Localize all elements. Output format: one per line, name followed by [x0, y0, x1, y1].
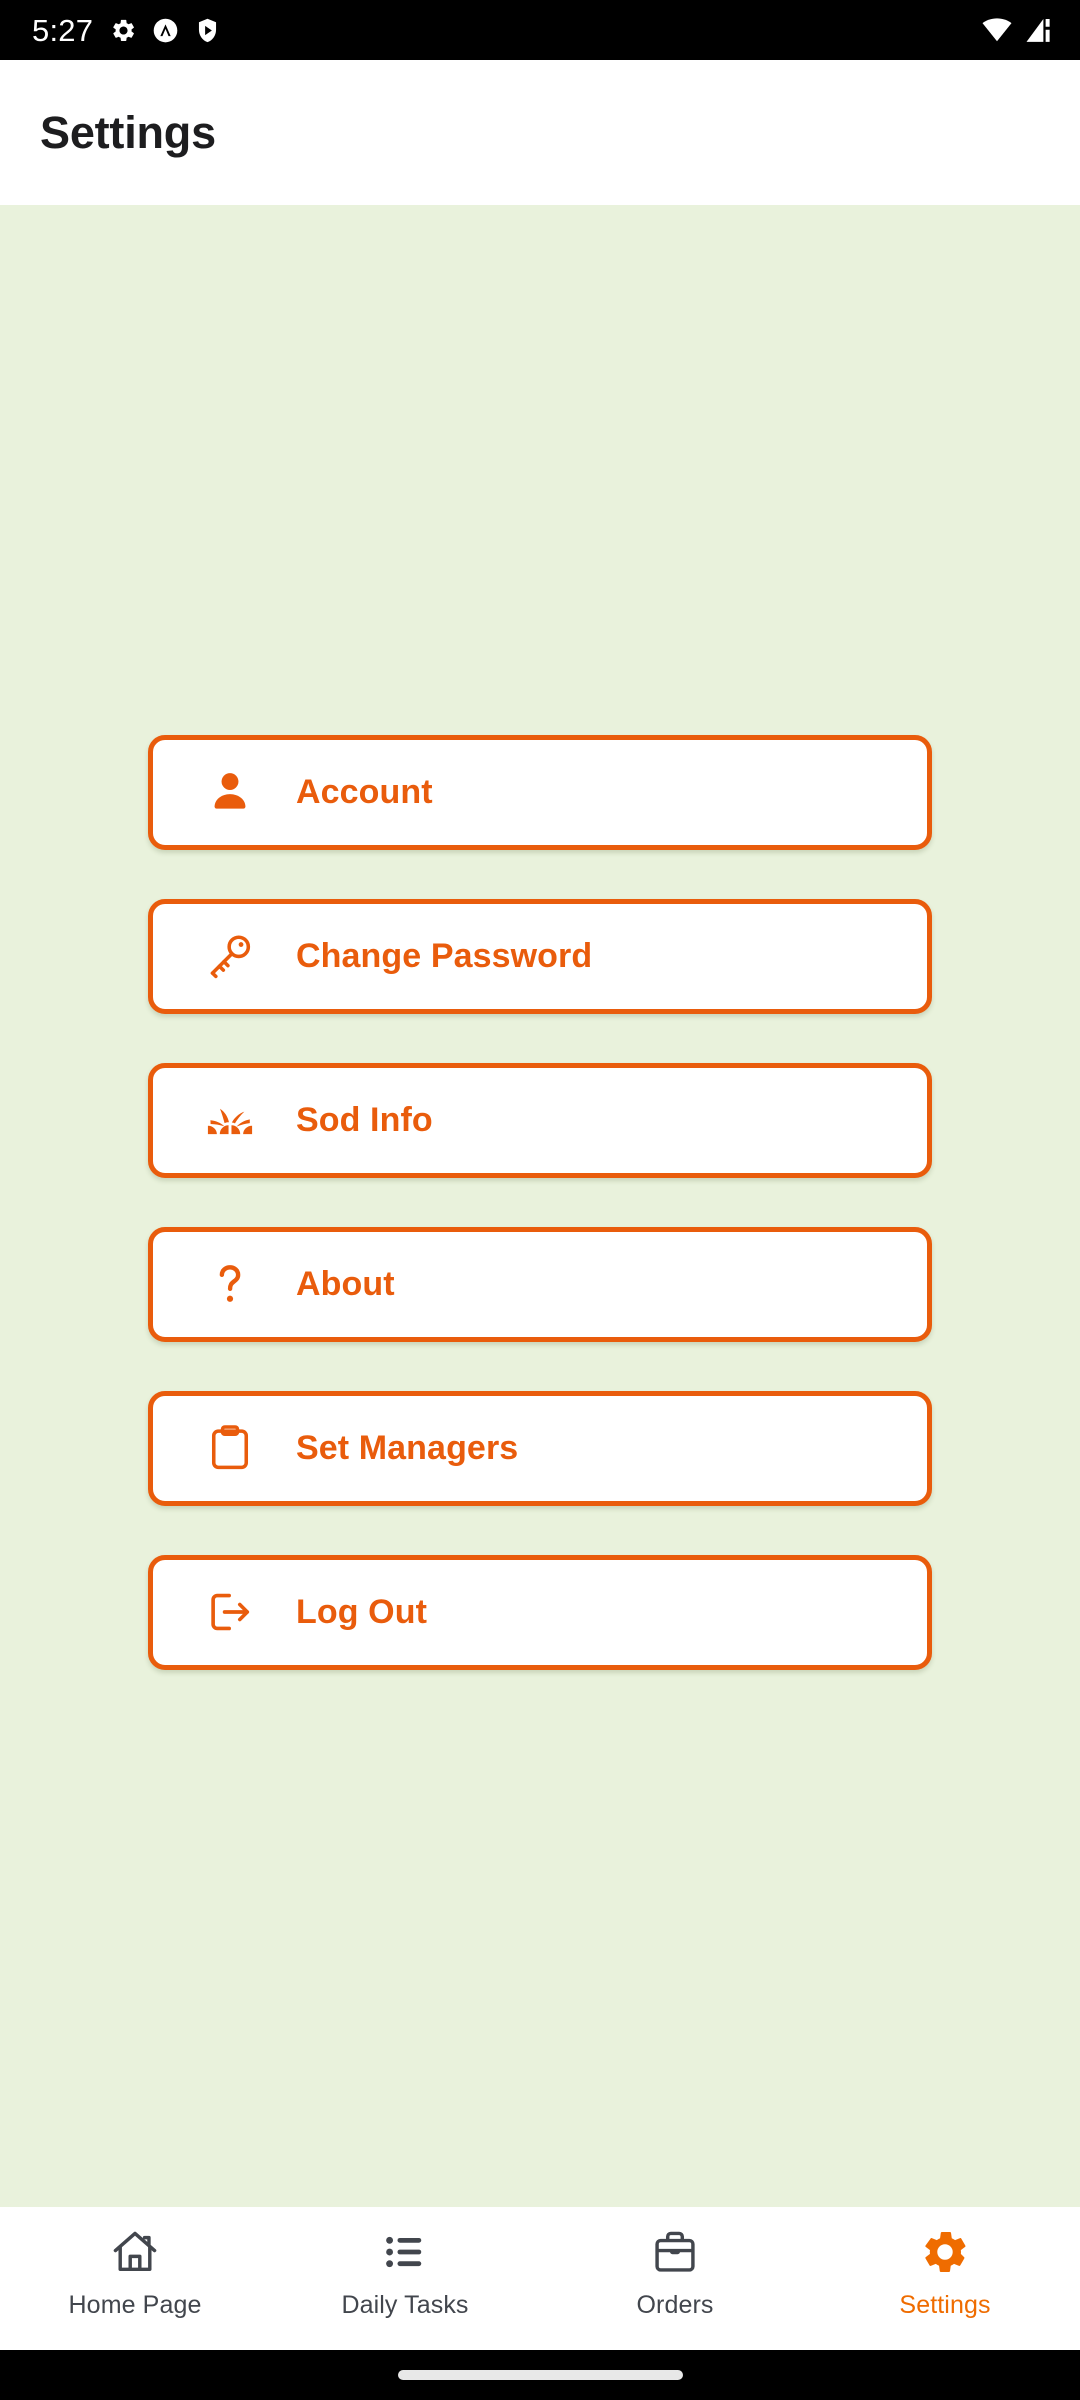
play-shield-icon — [199, 18, 217, 42]
gear-icon — [113, 19, 135, 41]
nav-item-label: Home Page — [68, 2291, 202, 2319]
menu-item-account[interactable]: Account — [148, 734, 932, 850]
logout-icon — [203, 1585, 257, 1639]
status-bar-clock: 5:27 — [32, 12, 94, 48]
home-icon — [109, 2226, 161, 2278]
grass-icon — [203, 1093, 257, 1147]
menu-item-about[interactable]: About — [148, 1226, 932, 1342]
nav-item-home-page[interactable]: Home Page — [0, 2207, 270, 2320]
circle-caret-up-icon — [153, 18, 178, 42]
nav-item-label: Orders — [636, 2291, 714, 2319]
menu-item-label: Change Password — [296, 936, 593, 975]
wifi-icon — [982, 18, 1012, 42]
nav-item-daily-tasks[interactable]: Daily Tasks — [270, 2207, 540, 2320]
menu-item-log-out[interactable]: Log Out — [148, 1554, 932, 1670]
menu-item-label: About — [296, 1264, 395, 1303]
status-bar-notification-icons — [110, 17, 221, 44]
settings-menu-list: Account Change Password Sod Info About S… — [148, 734, 932, 1670]
status-bar: 5:27 — [0, 0, 1080, 60]
menu-item-set-managers[interactable]: Set Managers — [148, 1390, 932, 1506]
menu-item-label: Log Out — [296, 1592, 427, 1631]
nav-item-label: Settings — [899, 2291, 991, 2319]
settings-content: Account Change Password Sod Info About S… — [0, 205, 1080, 2207]
menu-item-label: Sod Info — [296, 1100, 433, 1139]
list-icon — [379, 2226, 431, 2278]
question-mark-icon — [203, 1257, 257, 1311]
nav-item-orders[interactable]: Orders — [540, 2207, 810, 2320]
person-icon — [203, 765, 257, 819]
key-icon — [203, 929, 257, 983]
menu-item-sod-info[interactable]: Sod Info — [148, 1062, 932, 1178]
status-bar-right — [982, 15, 1054, 45]
page-title: Settings — [40, 106, 216, 158]
gesture-navigation-bar — [0, 2350, 1080, 2400]
menu-item-label: Account — [296, 772, 433, 811]
nav-item-settings[interactable]: Settings — [810, 2207, 1080, 2320]
clipboard-icon — [203, 1421, 257, 1475]
gesture-home-pill[interactable] — [397, 2370, 683, 2380]
status-bar-left: 5:27 — [32, 15, 221, 46]
menu-item-label: Set Managers — [296, 1428, 519, 1467]
briefcase-icon — [649, 2226, 701, 2278]
nav-item-label: Daily Tasks — [341, 2291, 469, 2319]
gear-icon — [919, 2226, 971, 2278]
cellular-signal-icon — [1026, 19, 1050, 42]
menu-item-change-password[interactable]: Change Password — [148, 898, 932, 1014]
bottom-navigation-bar: Home Page Daily Tasks Orders Settings — [0, 2207, 1080, 2350]
app-bar: Settings — [0, 60, 1080, 205]
